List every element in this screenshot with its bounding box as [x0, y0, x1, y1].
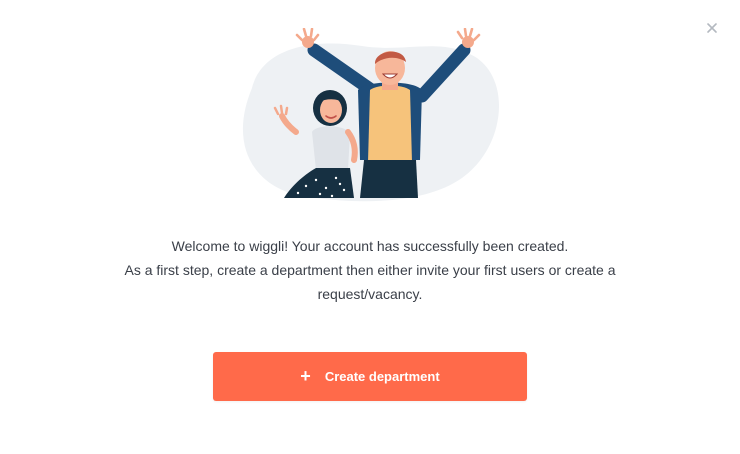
welcome-dialog: Welcome to wiggli! Your account has succ… [0, 0, 740, 454]
create-department-label: Create department [324, 369, 440, 384]
close-button[interactable] [700, 16, 724, 40]
welcome-message: Welcome to wiggli! Your account has succ… [0, 234, 740, 306]
welcome-text-line2: As a first step, create a department the… [124, 262, 616, 302]
plus-icon: + [300, 365, 311, 386]
welcome-text-line1: Welcome to wiggli! Your account has succ… [171, 238, 569, 254]
close-icon [707, 23, 717, 33]
create-department-button[interactable]: + Create department [213, 352, 527, 401]
celebration-illustration [242, 28, 500, 202]
